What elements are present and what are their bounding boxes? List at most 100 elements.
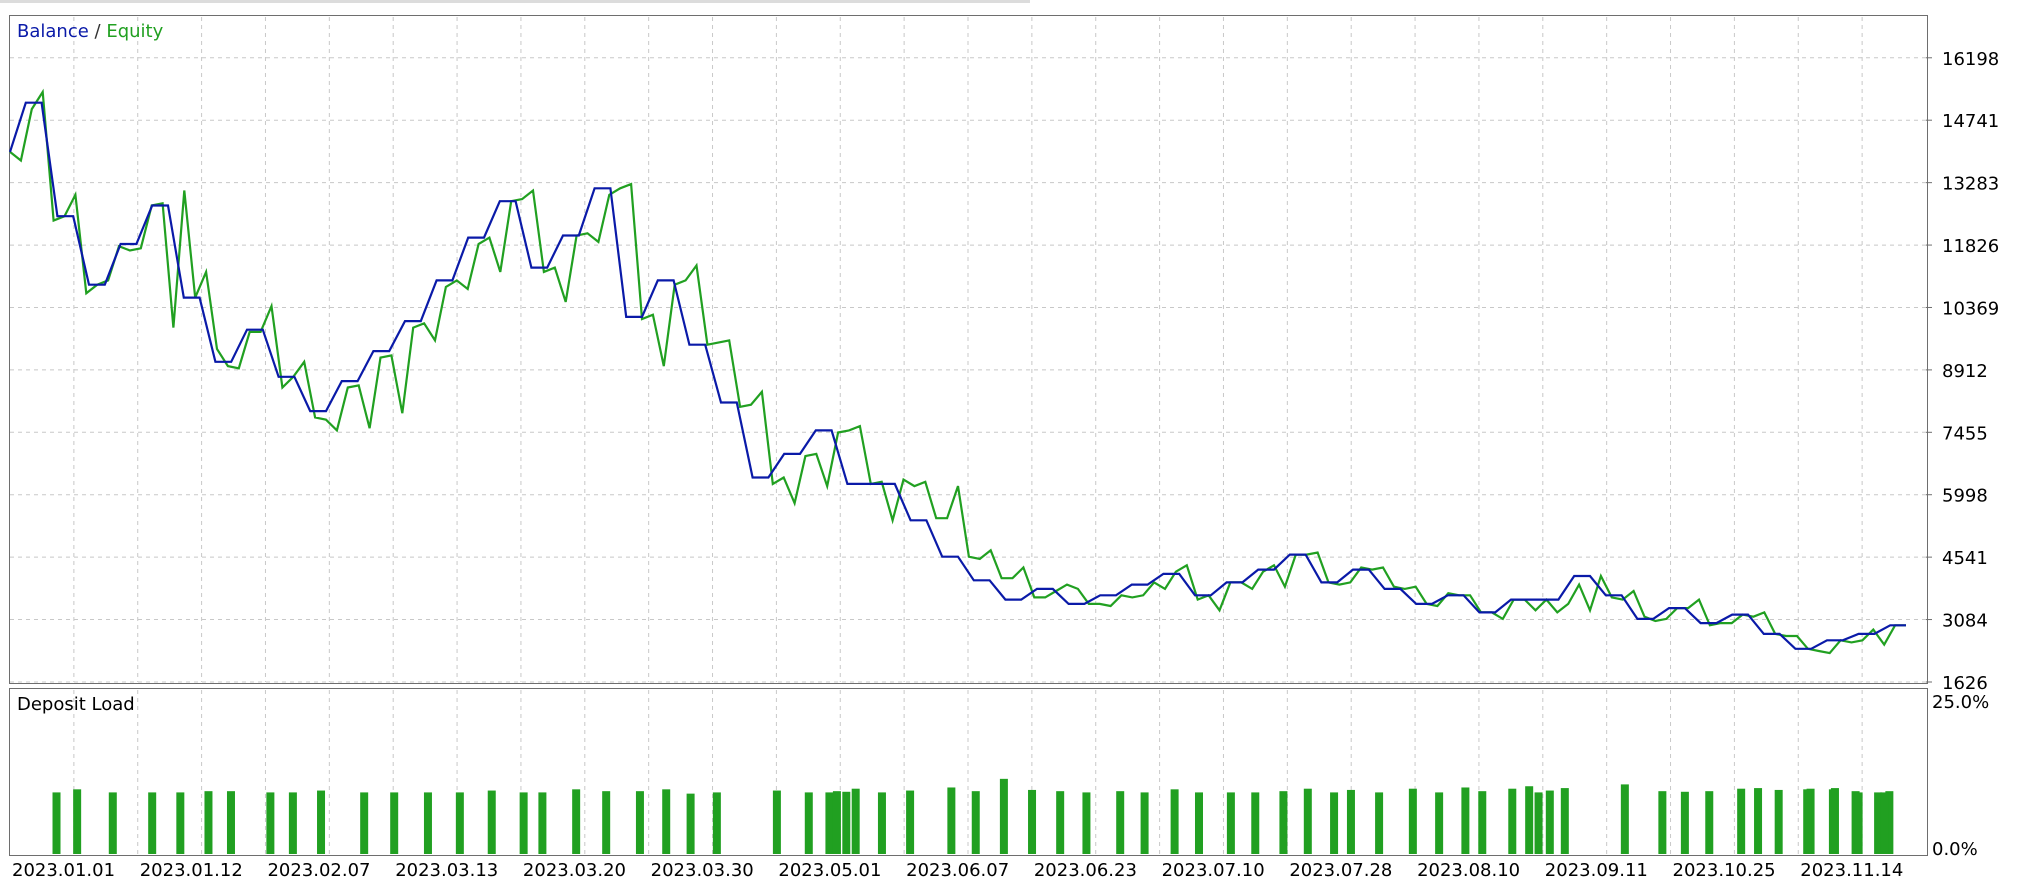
deposit-load-bar bbox=[971, 791, 980, 854]
x-tick-label: 2023.06.07 bbox=[906, 860, 1009, 880]
legend-balance: Balance bbox=[17, 21, 89, 42]
chart-canvas: 16198 14741 13283 11826 10369 8912 7455 5998 454… bbox=[8, 17, 1999, 880]
deposit-load-bar bbox=[455, 792, 464, 854]
y-tick-label: 5998 bbox=[1942, 486, 1988, 507]
deposit-load-bar bbox=[1478, 791, 1487, 854]
x-tick-label: 2023.10.25 bbox=[1673, 860, 1776, 880]
deposit-load-bar bbox=[1880, 792, 1889, 854]
y-tick-label: 14741 bbox=[1942, 111, 1999, 132]
x-tick-label: 2023.09.11 bbox=[1545, 860, 1648, 880]
deposit-load-bar bbox=[686, 793, 695, 854]
deposit-load-bar bbox=[877, 792, 886, 854]
deposit-load-bar bbox=[1534, 792, 1543, 854]
deposit-load-bar bbox=[1116, 791, 1125, 854]
legend-equity: Equity bbox=[106, 21, 164, 42]
deposit-load-bar bbox=[1461, 787, 1470, 854]
deposit-load-bars bbox=[52, 778, 1894, 854]
deposit-load-bar bbox=[1774, 789, 1783, 854]
deposit-load-bar bbox=[1056, 791, 1065, 854]
deposit-load-bar bbox=[712, 792, 721, 854]
equity-line bbox=[9, 88, 1906, 655]
deposit-load-bar bbox=[288, 792, 297, 854]
deposit-load-bar bbox=[1737, 788, 1746, 854]
load-tick-label: 0.0% bbox=[1932, 839, 1978, 860]
deposit-load-bar bbox=[1170, 789, 1179, 854]
deposit-load-bar bbox=[1705, 791, 1714, 854]
deposit-load-bar bbox=[390, 792, 399, 854]
deposit-load-bar bbox=[1803, 789, 1812, 854]
x-tick-label: 2023.03.13 bbox=[395, 860, 498, 880]
load-tick-label: 25.0% bbox=[1932, 692, 1989, 713]
deposit-load-bar bbox=[1828, 789, 1837, 854]
chart-legend: Balance / Equity bbox=[17, 21, 163, 42]
deposit-load-bar bbox=[148, 792, 157, 854]
balance-line bbox=[8, 101, 1906, 650]
x-tick-label: 2023.06.23 bbox=[1034, 860, 1137, 880]
deposit-load-bar bbox=[825, 792, 834, 854]
deposit-load-bar bbox=[266, 792, 275, 854]
deposit-load-bar bbox=[1620, 784, 1629, 854]
deposit-load-bar bbox=[999, 778, 1008, 854]
deposit-load-bar bbox=[572, 789, 581, 854]
deposit-load-bar bbox=[602, 791, 611, 854]
x-tick-label: 2023.07.10 bbox=[1162, 860, 1265, 880]
deposit-load-bar bbox=[1251, 792, 1260, 854]
y-tick-label: 4541 bbox=[1942, 548, 1988, 569]
deposit-load-bar bbox=[1658, 791, 1667, 854]
deposit-load-bar bbox=[1680, 791, 1689, 854]
deposit-load-bar bbox=[842, 791, 851, 854]
y-tick-label: 1626 bbox=[1942, 673, 1988, 694]
legend-separator: / bbox=[94, 21, 101, 42]
deposit-load-bar bbox=[360, 792, 369, 854]
deposit-load-bar bbox=[1226, 792, 1235, 854]
x-tick-label: 2023.01.12 bbox=[140, 860, 243, 880]
deposit-load-bar bbox=[635, 791, 644, 854]
deposit-load-bar bbox=[1435, 792, 1444, 854]
deposit-load-bar bbox=[538, 792, 547, 854]
y-tick-label: 7455 bbox=[1942, 423, 1988, 444]
deposit-load-bar bbox=[1346, 789, 1355, 854]
y-axis-tick-labels: 16198 14741 13283 11826 10369 8912 7455 5998 454… bbox=[1932, 49, 1999, 860]
y-tick-label: 13283 bbox=[1942, 174, 1999, 195]
deposit-load-bar bbox=[1408, 788, 1417, 854]
x-tick-label: 2023.11.14 bbox=[1800, 860, 1903, 880]
deposit-load-bar bbox=[317, 790, 326, 854]
x-tick-label: 2023.03.30 bbox=[651, 860, 754, 880]
deposit-load-bar bbox=[1375, 792, 1384, 854]
x-tick-label: 2023.07.28 bbox=[1289, 860, 1392, 880]
x-axis-tick-labels: 2023.01.01 2023.01.12 2023.02.07 2023.03.13… bbox=[12, 860, 1903, 880]
deposit-load-bar bbox=[176, 792, 185, 854]
deposit-load-bar bbox=[772, 790, 781, 854]
grid-lines bbox=[10, 17, 1932, 854]
x-tick-label: 2023.03.20 bbox=[523, 860, 626, 880]
y-tick-label: 16198 bbox=[1942, 49, 1999, 70]
deposit-load-bar bbox=[52, 792, 61, 854]
deposit-load-label: Deposit Load bbox=[17, 694, 135, 715]
deposit-load-bar bbox=[1525, 786, 1534, 854]
x-tick-label: 2023.08.10 bbox=[1417, 860, 1520, 880]
deposit-load-bar bbox=[204, 791, 213, 854]
deposit-load-bar bbox=[1330, 792, 1339, 854]
y-tick-label: 3084 bbox=[1942, 611, 1988, 632]
deposit-load-bar bbox=[947, 787, 956, 854]
deposit-load-bar bbox=[423, 792, 432, 854]
x-tick-label: 2023.01.01 bbox=[12, 860, 115, 880]
x-tick-label: 2023.02.07 bbox=[267, 860, 370, 880]
deposit-load-bar bbox=[804, 792, 813, 854]
deposit-load-bar bbox=[1508, 788, 1517, 854]
y-tick-label: 8912 bbox=[1942, 361, 1988, 382]
y-tick-label: 10369 bbox=[1942, 298, 1999, 319]
deposit-load-bar bbox=[906, 790, 915, 854]
deposit-load-bar bbox=[1545, 790, 1554, 854]
deposit-load-bar bbox=[1754, 788, 1763, 854]
deposit-load-bar bbox=[1303, 788, 1312, 854]
y-tick-label: 11826 bbox=[1942, 236, 1999, 257]
deposit-load-bar bbox=[832, 791, 841, 854]
deposit-load-bar bbox=[519, 792, 528, 854]
deposit-load-bar bbox=[226, 791, 235, 854]
deposit-load-bar bbox=[1854, 792, 1863, 854]
deposit-load-bar bbox=[1194, 792, 1203, 854]
deposit-load-bar bbox=[1279, 791, 1288, 854]
x-tick-label: 2023.05.01 bbox=[778, 860, 881, 880]
deposit-load-bar bbox=[1028, 789, 1037, 854]
